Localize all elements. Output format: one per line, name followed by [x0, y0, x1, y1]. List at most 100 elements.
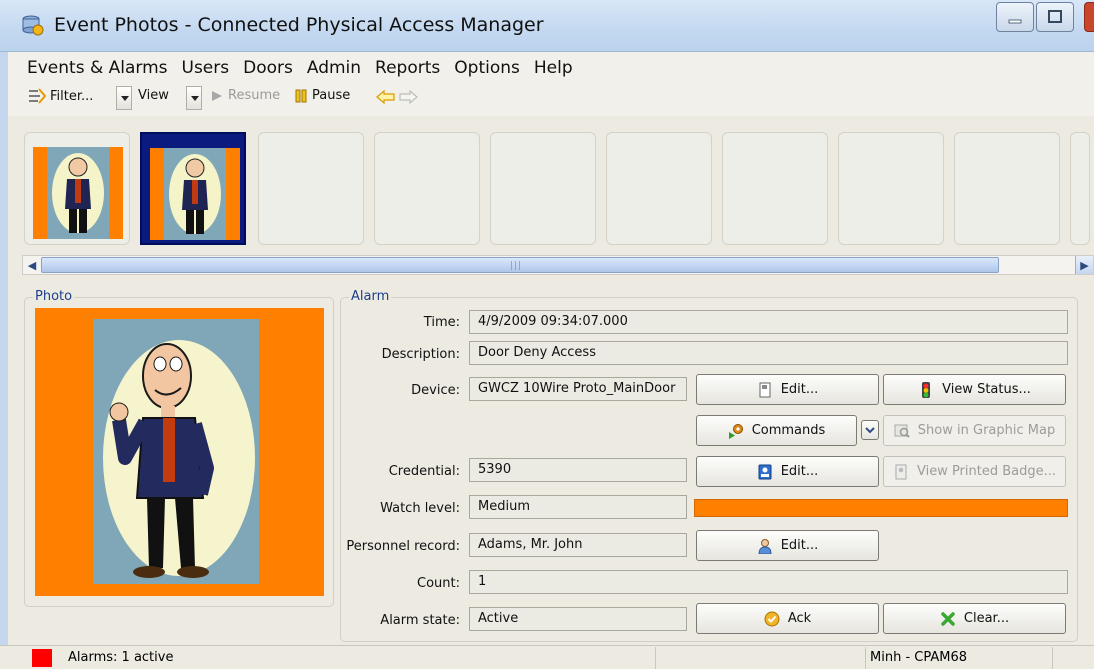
maximize-icon [1048, 10, 1062, 23]
gear-play-icon [728, 423, 743, 439]
status-divider [865, 647, 866, 669]
thumbnail-scrollbar[interactable]: ◀ ||| ▶ [22, 255, 1094, 275]
menu-events-alarms[interactable]: Events & Alarms [22, 56, 177, 84]
show-graphic-map-label: Show in Graphic Map [917, 423, 1056, 438]
menu-options[interactable]: Options [449, 56, 529, 84]
commands-button[interactable]: Commands [696, 415, 857, 446]
menu-doors[interactable]: Doors [238, 56, 302, 84]
green-x-icon [941, 611, 955, 626]
photo-group-label: Photo [33, 289, 75, 304]
document-edit-icon [759, 382, 771, 397]
thumbnail-empty[interactable] [490, 132, 596, 245]
view-status-button[interactable]: View Status... [883, 374, 1066, 405]
personnel-record-label: Personnel record: [346, 539, 460, 554]
window-title: Event Photos - Connected Physical Access… [54, 14, 544, 36]
database-app-icon [22, 15, 44, 36]
alarm-state-label: Alarm state: [380, 613, 460, 628]
thumbnail-empty[interactable] [606, 132, 712, 245]
person-icon [758, 538, 772, 554]
scroll-left-arrow-icon[interactable]: ◀ [23, 256, 41, 274]
app-window: Event Photos - Connected Physical Access… [0, 0, 1094, 669]
credential-edit-label: Edit... [780, 464, 819, 479]
time-field: 4/9/2009 09:34:07.000 [469, 310, 1068, 334]
minimize-button[interactable] [996, 2, 1034, 32]
watch-level-field: Medium [469, 495, 687, 519]
menu-admin[interactable]: Admin [302, 56, 370, 84]
device-edit-button[interactable]: Edit... [696, 374, 879, 405]
commands-label: Commands [751, 423, 826, 438]
menu-help[interactable]: Help [529, 56, 582, 84]
thumbnail-empty[interactable] [838, 132, 944, 245]
view-printed-badge-label: View Printed Badge... [916, 464, 1057, 479]
minimize-icon [1008, 19, 1022, 24]
credential-edit-button[interactable]: Edit... [696, 456, 879, 487]
clear-label: Clear... [963, 611, 1010, 626]
thumbnail-strip [24, 130, 1094, 250]
scroll-right-arrow-icon[interactable]: ▶ [1075, 256, 1093, 274]
menu-reports[interactable]: Reports [370, 56, 449, 84]
pause-button[interactable]: Pause [294, 88, 350, 103]
watch-level-label: Watch level: [380, 501, 460, 516]
photo-group: Photo [24, 289, 334, 607]
toolbar: Filter... View Resume Pause [24, 86, 624, 110]
description-field: Door Deny Access [469, 341, 1068, 365]
time-label: Time: [423, 315, 460, 330]
view-label: View [138, 88, 169, 103]
status-divider [1052, 647, 1053, 669]
thumbnail-empty[interactable] [1070, 132, 1090, 245]
badge-icon [758, 464, 772, 479]
device-label: Device: [411, 383, 460, 398]
filter-dropdown[interactable] [116, 86, 132, 110]
pause-icon [295, 89, 307, 102]
map-magnifier-icon [894, 424, 910, 438]
clear-button[interactable]: Clear... [883, 603, 1066, 634]
show-graphic-map-button[interactable]: Show in Graphic Map [883, 415, 1066, 446]
watch-level-color-bar [694, 499, 1068, 517]
menu-users[interactable]: Users [177, 56, 239, 84]
chevron-down-icon [865, 427, 875, 434]
filter-icon [29, 88, 46, 104]
personnel-edit-label: Edit... [780, 538, 819, 553]
play-icon [212, 90, 222, 101]
alarm-status-text: Alarms: 1 active [68, 650, 174, 665]
ack-label: Ack [787, 611, 812, 626]
thumbnail-empty[interactable] [954, 132, 1060, 245]
menu-bar: Events & Alarms Users Doors Admin Report… [22, 56, 1094, 84]
ack-button[interactable]: Ack [696, 603, 879, 634]
count-field: 1 [469, 570, 1068, 594]
filter-button[interactable]: Filter... [28, 88, 93, 104]
view-printed-badge-button[interactable]: View Printed Badge... [883, 456, 1066, 487]
view-button[interactable]: View [138, 88, 169, 103]
thumbnail-empty[interactable] [258, 132, 364, 245]
back-arrow-icon[interactable] [376, 89, 396, 105]
alarm-status-indicator [32, 649, 52, 667]
resume-button[interactable]: Resume [210, 88, 280, 103]
alarm-group-label: Alarm [349, 289, 392, 304]
commands-dropdown[interactable] [861, 420, 879, 440]
maximize-button[interactable] [1036, 2, 1074, 32]
view-status-label: View Status... [942, 382, 1031, 397]
alarm-state-field: Active [469, 607, 687, 631]
filter-label: Filter... [50, 88, 94, 104]
close-button[interactable] [1084, 2, 1094, 32]
thumbnail-1[interactable] [24, 132, 130, 245]
resume-label: Resume [228, 88, 281, 103]
window-left-border [0, 52, 8, 669]
photo-frame [35, 308, 324, 596]
thumbnail-2-selected[interactable] [140, 132, 246, 245]
credential-label: Credential: [388, 464, 460, 479]
thumbnail-empty[interactable] [374, 132, 480, 245]
printed-badge-icon [895, 464, 907, 479]
title-bar: Event Photos - Connected Physical Access… [0, 0, 1094, 52]
traffic-light-icon [922, 381, 931, 398]
thumbnail-empty[interactable] [722, 132, 828, 245]
person-photo-thumbnail [33, 147, 123, 239]
personnel-edit-button[interactable]: Edit... [696, 530, 879, 561]
view-dropdown[interactable] [186, 86, 202, 110]
pause-label: Pause [312, 88, 351, 103]
count-label: Count: [417, 576, 460, 591]
forward-arrow-icon[interactable] [398, 89, 418, 105]
status-user-text: Minh - CPAM68 [870, 650, 967, 665]
scrollbar-grip: ||| [510, 261, 523, 271]
scrollbar-thumb[interactable]: ||| [41, 257, 999, 273]
